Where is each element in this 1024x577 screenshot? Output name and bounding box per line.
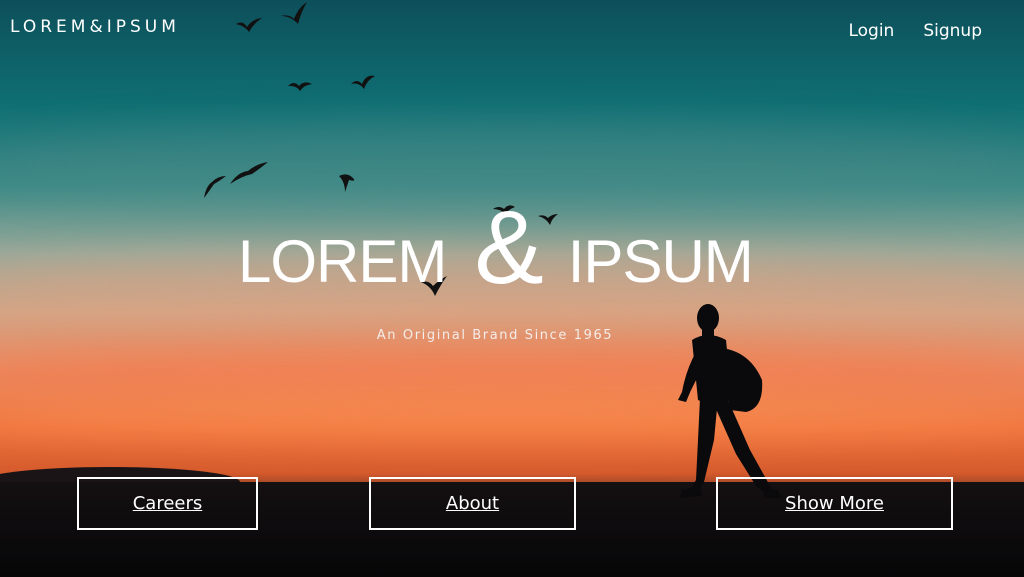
hero-subtitle: An Original Brand Since 1965 (376, 328, 614, 343)
bird-icon (281, 2, 307, 24)
bird-icon (288, 82, 312, 91)
top-nav: Login Signup (848, 21, 982, 41)
about-button[interactable]: About (369, 477, 576, 530)
cloud-band (0, 395, 1024, 440)
brand-logo[interactable]: LOREM&IPSUM (10, 17, 180, 37)
signup-link[interactable]: Signup (923, 21, 982, 41)
bird-icon (230, 162, 268, 184)
careers-button[interactable]: Careers (77, 477, 258, 530)
hero-title-right: IPSUM (567, 227, 754, 295)
bird-icon (351, 75, 375, 89)
hero-title-left: LOREM (238, 227, 447, 295)
bird-icon (339, 174, 355, 192)
hero-title-ampersand: & (474, 190, 544, 306)
bird-icon (236, 18, 262, 32)
cloud-band (0, 340, 1024, 400)
show-more-button[interactable]: Show More (716, 477, 953, 530)
hero-title: LOREM & IPSUM (238, 196, 754, 300)
login-link[interactable]: Login (848, 21, 894, 41)
bird-icon (204, 176, 226, 198)
